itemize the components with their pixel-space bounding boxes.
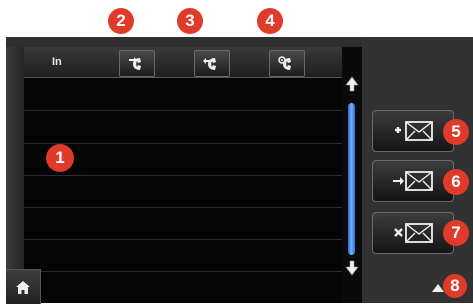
callout-7: 7 (443, 220, 469, 246)
callout-8: 8 (443, 274, 467, 298)
list-header-label: In (52, 56, 62, 68)
callout-2: 2 (108, 8, 134, 34)
scroll-up-icon (345, 76, 359, 92)
forward-message-button[interactable] (372, 160, 454, 202)
list-row-divider (24, 143, 342, 144)
new-message-button[interactable] (372, 110, 454, 152)
call-settings-icon (278, 55, 291, 70)
list-row-divider (24, 175, 342, 176)
scroll-down-icon (345, 260, 359, 276)
left-edge (6, 47, 24, 303)
scrollbar-thumb[interactable] (348, 103, 355, 255)
list-header: In (24, 47, 342, 78)
callout-3: 3 (177, 8, 203, 34)
new-message-icon (395, 121, 433, 141)
scroll-down-button[interactable] (344, 259, 360, 277)
list-row-divider (24, 110, 342, 111)
call-in-icon (129, 56, 141, 70)
outgoing-calls-button[interactable] (194, 50, 230, 77)
forward-message-icon (393, 171, 433, 191)
call-list-panel: In 1 (24, 47, 342, 303)
home-icon (16, 280, 30, 294)
callout-6: 6 (443, 169, 469, 195)
delete-message-icon (394, 223, 433, 243)
scrollbar[interactable] (342, 47, 362, 303)
callout-4: 4 (257, 8, 283, 34)
phone-log-screen: In 1 (6, 37, 473, 304)
list-row-divider (24, 239, 342, 240)
scroll-up-button[interactable] (344, 75, 360, 93)
home-button[interactable] (6, 269, 41, 304)
call-out-icon (203, 57, 216, 70)
callout-1: 1 (46, 144, 74, 172)
callout-5: 5 (443, 119, 469, 145)
list-row-divider (24, 207, 342, 208)
list-row-divider (24, 271, 342, 272)
incoming-calls-button[interactable] (119, 50, 155, 77)
delete-message-button[interactable] (372, 212, 454, 254)
missed-calls-button[interactable] (269, 50, 305, 77)
